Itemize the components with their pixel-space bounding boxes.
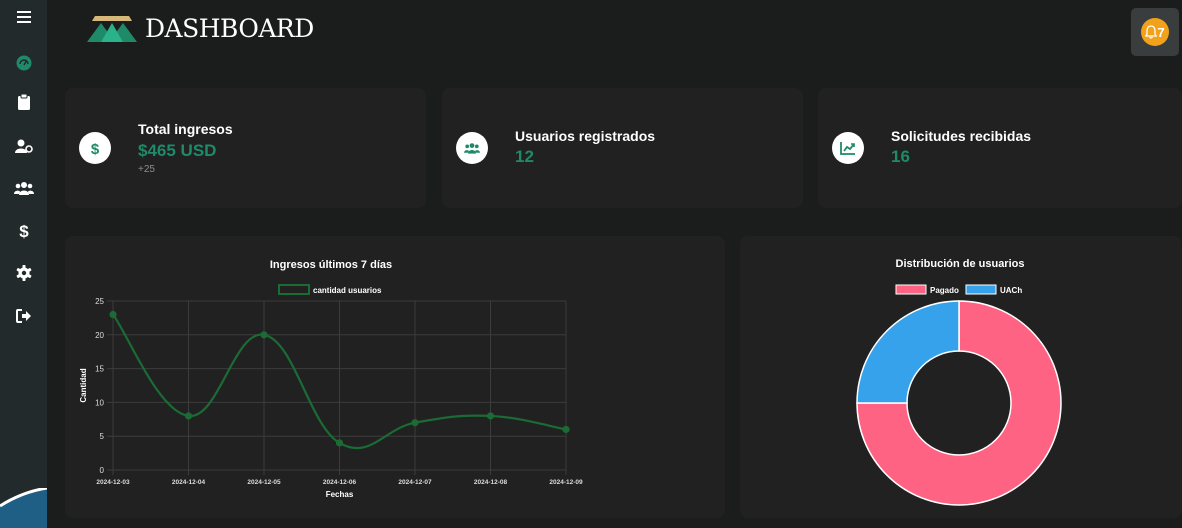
stat-label: Solicitudes recibidas bbox=[891, 128, 1032, 144]
data-point bbox=[486, 412, 495, 420]
x-tick-label: 2024-12-04 bbox=[172, 479, 206, 486]
stat-value: $465 USD bbox=[138, 141, 217, 160]
y-tick-label: 15 bbox=[95, 365, 104, 374]
dollar-icon: $ bbox=[91, 141, 100, 156]
line-chart-card: Ingresos últimos 7 días cantidad usuarios… bbox=[65, 236, 725, 518]
y-tick-label: 25 bbox=[95, 297, 104, 306]
legend-swatch bbox=[965, 284, 997, 295]
data-point bbox=[562, 425, 570, 434]
stat-delta: +25 bbox=[138, 164, 155, 175]
top-bar: DASHBOARD 7 bbox=[47, 0, 1182, 70]
data-point bbox=[184, 412, 193, 420]
svg-text:$: $ bbox=[91, 141, 100, 156]
dashboard-icon bbox=[16, 55, 31, 71]
legend-swatch bbox=[895, 284, 927, 295]
y-tick-label: 5 bbox=[100, 432, 105, 441]
sidebar-item-dashboard[interactable] bbox=[0, 50, 47, 76]
chart-line-icon bbox=[840, 142, 855, 155]
line-chart: Ingresos últimos 7 días cantidad usuarios… bbox=[79, 259, 583, 499]
y-tick-label: 20 bbox=[95, 331, 104, 340]
legend-label: Pagado bbox=[930, 286, 959, 295]
sidebar-item-payments[interactable]: $ bbox=[0, 218, 47, 244]
x-tick-label: 2024-12-05 bbox=[247, 479, 281, 486]
sidebar-item-requests[interactable] bbox=[0, 89, 47, 115]
sidebar-item-logout[interactable] bbox=[0, 303, 47, 329]
data-point bbox=[411, 419, 419, 427]
donut-slice bbox=[856, 300, 960, 404]
clipboard-icon bbox=[17, 94, 30, 110]
svg-text:$: $ bbox=[19, 222, 29, 240]
sidebar-wave-decoration bbox=[0, 488, 47, 528]
x-axis-label: Fechas bbox=[326, 490, 354, 499]
user-settings-icon bbox=[14, 139, 33, 153]
users-icon bbox=[13, 182, 34, 195]
stat-label: Total ingresos bbox=[138, 121, 233, 137]
stat-label: Usuarios registrados bbox=[515, 128, 656, 144]
sidebar-item-users[interactable] bbox=[0, 175, 47, 201]
logo-icon bbox=[87, 16, 137, 42]
legend-label: cantidad usuarios bbox=[313, 286, 382, 295]
chart-title: Distribución de usuarios bbox=[896, 258, 1025, 270]
donut-chart-card: Distribución de usuarios Pagado UACh bbox=[740, 236, 1182, 518]
gear-icon bbox=[16, 265, 31, 281]
y-tick-label: 10 bbox=[95, 398, 104, 407]
stat-icon-income: $ bbox=[79, 132, 111, 164]
main-content: DASHBOARD 7 $ Total ingresos $465 USD +2… bbox=[47, 0, 1182, 528]
stat-icon-users bbox=[456, 132, 488, 164]
stat-value: 16 bbox=[891, 147, 910, 166]
dollar-icon: $ bbox=[19, 222, 29, 240]
sidebar-item-user-settings[interactable] bbox=[0, 133, 47, 159]
stat-card-requests: Solicitudes recibidas 16 bbox=[818, 88, 1182, 208]
y-tick-label: 0 bbox=[100, 466, 105, 475]
sidebar-item-settings[interactable] bbox=[0, 260, 47, 286]
bell-icon bbox=[1145, 25, 1158, 39]
x-tick-label: 2024-12-08 bbox=[474, 479, 508, 486]
donut-chart: Distribución de usuarios Pagado UACh bbox=[856, 258, 1062, 506]
menu-icon bbox=[16, 11, 31, 23]
x-tick-label: 2024-12-09 bbox=[549, 479, 583, 486]
menu-button[interactable] bbox=[0, 4, 47, 30]
stat-card-users: Usuarios registrados 12 bbox=[442, 88, 803, 208]
x-tick-label: 2024-12-07 bbox=[398, 479, 432, 486]
chart-title: Ingresos últimos 7 días bbox=[270, 259, 392, 271]
x-tick-label: 2024-12-03 bbox=[96, 479, 130, 486]
data-point bbox=[109, 310, 117, 319]
page-title: DASHBOARD bbox=[145, 14, 314, 43]
stat-card-income: $ Total ingresos $465 USD +25 bbox=[65, 88, 426, 208]
logout-icon bbox=[15, 309, 31, 323]
legend-swatch bbox=[278, 284, 310, 295]
stat-icon-requests bbox=[832, 132, 864, 164]
y-axis-label: Cantidad bbox=[79, 368, 88, 402]
notifications-button[interactable]: 7 bbox=[1131, 8, 1179, 56]
data-point bbox=[335, 439, 344, 447]
users-icon bbox=[464, 143, 480, 154]
stat-value: 12 bbox=[515, 147, 534, 166]
notification-badge: 7 bbox=[1157, 24, 1165, 40]
legend-label: UACh bbox=[1000, 286, 1022, 295]
sidebar: $ bbox=[0, 0, 47, 528]
data-point bbox=[260, 331, 268, 339]
x-tick-label: 2024-12-06 bbox=[323, 479, 357, 486]
